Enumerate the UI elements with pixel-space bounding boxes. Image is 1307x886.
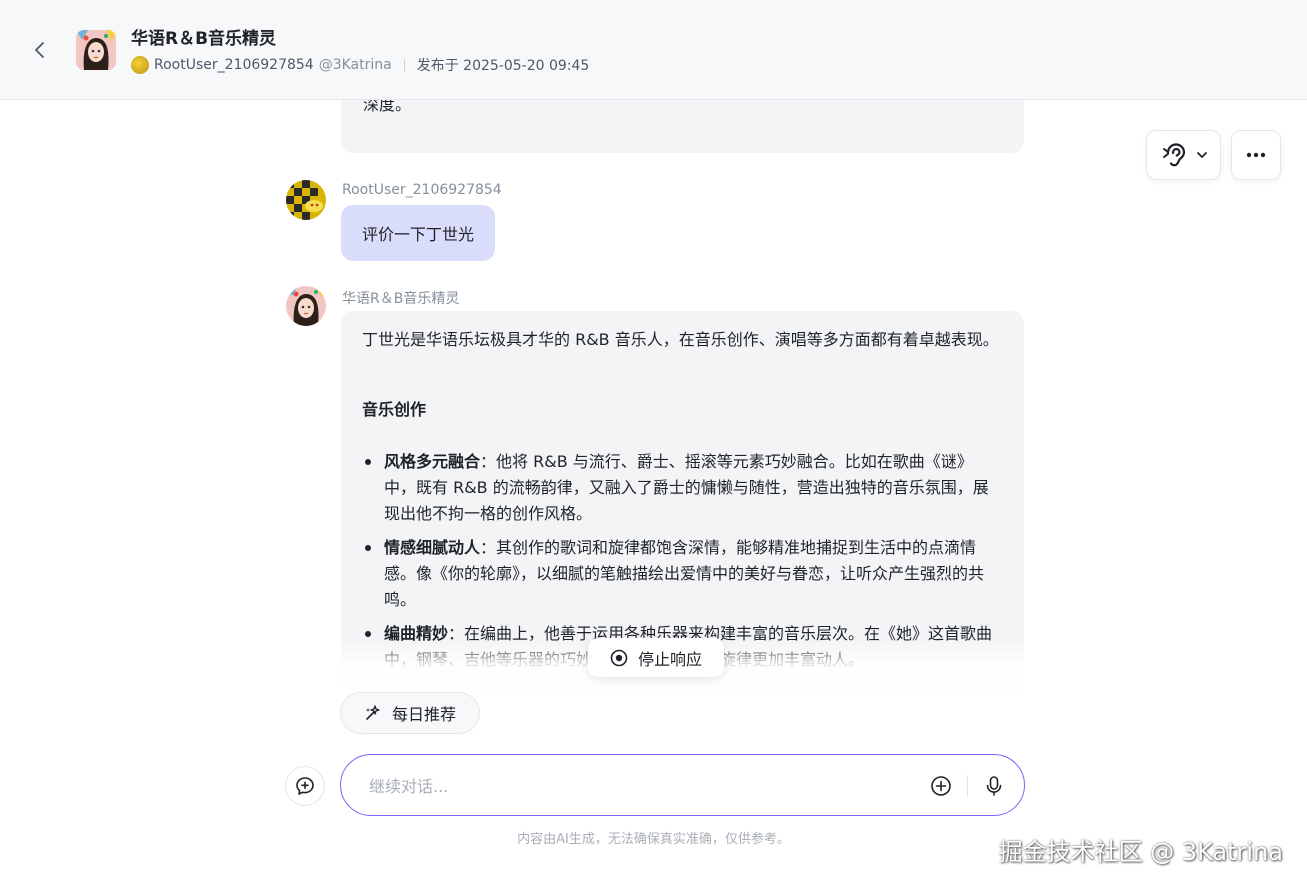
daily-recommend-button[interactable]: 每日推荐 — [340, 692, 480, 734]
bot-avatar — [286, 286, 326, 326]
ear-icon — [1162, 143, 1185, 167]
author-avatar[interactable] — [131, 56, 149, 74]
meta-divider — [403, 58, 405, 72]
plus-circle-icon — [931, 776, 951, 796]
user-name: RootUser_2106927854 — [342, 182, 502, 198]
author-handle: @3Katrina — [318, 57, 392, 73]
more-dots-icon — [1246, 152, 1266, 158]
list-item-title: 风格多元融合 — [384, 452, 481, 471]
list-item-title: 编曲精妙 — [384, 624, 449, 643]
more-options-button[interactable] — [1231, 130, 1281, 180]
voice-select-button[interactable] — [1146, 130, 1221, 180]
chat-input[interactable] — [369, 773, 909, 799]
header-bot-avatar[interactable] — [76, 30, 116, 70]
voice-input-button[interactable] — [982, 774, 1006, 798]
user-message-bubble: 评价一下丁世光 — [341, 205, 496, 261]
new-chat-icon — [296, 777, 314, 795]
back-button[interactable] — [28, 38, 52, 62]
microphone-icon — [986, 776, 1002, 796]
chevron-left-icon — [35, 42, 44, 58]
chat-input-box[interactable] — [340, 754, 1025, 816]
sparkle-icon — [365, 705, 380, 720]
author-name[interactable]: RootUser_2106927854 — [154, 57, 314, 73]
stop-response-label: 停止响应 — [637, 649, 702, 669]
bot-message-bubble: 丁世光是华语乐坛极具才华的 R&B 音乐人，在音乐创作、演唱等多方面都有着卓越表… — [341, 311, 1024, 690]
publish-time: 发布于 2025-05-20 09:45 — [416, 58, 590, 74]
list-item: 情感细腻动人：其创作的歌词和旋律都饱含深情，能够精准地捕捉到生活中的点滴情感。像… — [362, 535, 1002, 613]
bot-name: 华语R＆B音乐精灵 — [342, 291, 460, 307]
chat-area[interactable]: 变化，歌词也颇具深意，探讨了生活中的各种是是非非，展现出陶喆在音乐创作上的才华与… — [0, 0, 1307, 690]
daily-recommend-label: 每日推荐 — [391, 705, 456, 724]
list-item-title: 情感细腻动人 — [384, 538, 481, 557]
watermark: 掘金技术社区 @ 3Katrina — [998, 838, 1283, 866]
top-actions — [1146, 130, 1281, 180]
bot-intro-text: 丁世光是华语乐坛极具才华的 R&B 音乐人，在音乐创作、演唱等多方面都有着卓越表… — [362, 330, 999, 349]
stop-circle-icon — [610, 649, 628, 666]
user-avatar — [286, 180, 326, 220]
chevron-down-icon — [1196, 152, 1207, 158]
page-title: 华语R＆B音乐精灵 — [131, 29, 277, 49]
input-divider — [967, 775, 968, 797]
attach-button[interactable] — [929, 774, 953, 798]
chat-header: 华语R＆B音乐精灵 RootUser_2106927854 @3Katrina … — [0, 0, 1307, 100]
list-item: 风格多元融合：他将 R&B 与流行、爵士、摇滚等元素巧妙融合。比如在歌曲《谜》中… — [362, 449, 1002, 527]
stop-response-button[interactable]: 停止响应 — [588, 638, 724, 677]
new-chat-button[interactable] — [285, 766, 325, 806]
author-meta: RootUser_2106927854 @3Katrina 发布于 2025-0… — [131, 55, 589, 75]
section-heading: 音乐创作 — [362, 400, 427, 419]
